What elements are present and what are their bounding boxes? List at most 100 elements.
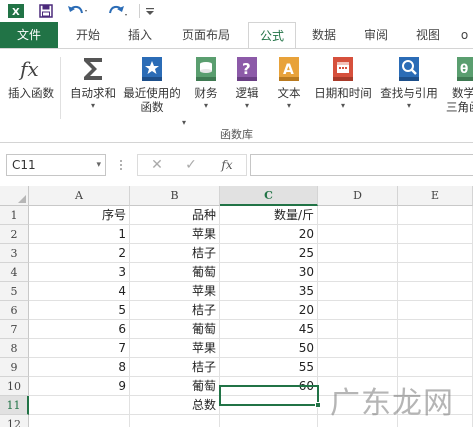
tab-file[interactable]: 文件 — [0, 22, 58, 48]
cell-a8[interactable]: 7 — [29, 339, 130, 358]
cell-a2[interactable]: 1 — [29, 225, 130, 244]
name-box[interactable]: C11 ▾ — [6, 154, 106, 176]
cell-e1[interactable] — [398, 206, 473, 225]
row-header[interactable]: 5 — [0, 282, 29, 301]
cell-a7[interactable]: 6 — [29, 320, 130, 339]
cell-c6[interactable]: 20 — [220, 301, 318, 320]
cell-b1[interactable]: 品种 — [130, 206, 220, 225]
cell-a1[interactable]: 序号 — [29, 206, 130, 225]
column-header-a[interactable]: A — [29, 186, 130, 206]
cell-a11[interactable] — [29, 396, 130, 415]
lookup-reference-button[interactable]: 查找与引用 ▾ — [376, 55, 442, 112]
cell-e6[interactable] — [398, 301, 473, 320]
cell-d2[interactable] — [318, 225, 398, 244]
insert-function-fx-icon[interactable]: fx — [212, 155, 242, 175]
tab-formulas[interactable]: 公式 — [248, 22, 296, 49]
cell-d9[interactable] — [318, 358, 398, 377]
tab-data[interactable]: 数据 — [302, 22, 346, 48]
cell-c2[interactable]: 20 — [220, 225, 318, 244]
save-icon[interactable] — [36, 2, 56, 20]
text-button[interactable]: A 文本 ▾ — [272, 55, 306, 112]
cell-c4[interactable]: 30 — [220, 263, 318, 282]
cell-c9[interactable]: 55 — [220, 358, 318, 377]
logical-button[interactable]: ? 逻辑 ▾ — [230, 55, 264, 112]
cell-d5[interactable] — [318, 282, 398, 301]
row-header[interactable]: 12 — [0, 415, 29, 427]
cell-d4[interactable] — [318, 263, 398, 282]
enter-icon[interactable]: ✓ — [176, 155, 206, 175]
cell-b6[interactable]: 桔子 — [130, 301, 220, 320]
cell-e2[interactable] — [398, 225, 473, 244]
row-header[interactable]: 6 — [0, 301, 29, 320]
chevron-down-icon[interactable]: ▾ — [96, 155, 101, 175]
tab-view[interactable]: 视图 — [406, 22, 450, 48]
cell-c12[interactable] — [220, 415, 318, 427]
row-header[interactable]: 9 — [0, 358, 29, 377]
cell-b5[interactable]: 苹果 — [130, 282, 220, 301]
cell-c8[interactable]: 50 — [220, 339, 318, 358]
cell-e4[interactable] — [398, 263, 473, 282]
cell-c7[interactable]: 45 — [220, 320, 318, 339]
cancel-icon[interactable]: ✕ — [142, 155, 172, 175]
recently-used-button[interactable]: 最近使用的 函数 ▾ — [120, 55, 186, 127]
cell-a6[interactable]: 5 — [29, 301, 130, 320]
customize-qat-icon[interactable] — [143, 2, 157, 20]
cell-d1[interactable] — [318, 206, 398, 225]
cell-d7[interactable] — [318, 320, 398, 339]
row-header[interactable]: 3 — [0, 244, 29, 263]
cell-a4[interactable]: 3 — [29, 263, 130, 282]
cell-e5[interactable] — [398, 282, 473, 301]
tab-insert[interactable]: 插入 — [118, 22, 162, 48]
cell-d6[interactable] — [318, 301, 398, 320]
insert-function-button[interactable]: fx 插入函数 — [4, 55, 58, 100]
column-header-c[interactable]: C — [220, 186, 318, 206]
formula-bar-resize-handle[interactable] — [118, 158, 124, 172]
cell-a12[interactable] — [29, 415, 130, 427]
date-time-button[interactable]: 日期和时间 ▾ — [310, 55, 376, 112]
math-trig-button[interactable]: θ 数学 三角函 — [446, 55, 473, 114]
cell-e7[interactable] — [398, 320, 473, 339]
cell-c3[interactable]: 25 — [220, 244, 318, 263]
cell-b3[interactable]: 桔子 — [130, 244, 220, 263]
cell-b2[interactable]: 苹果 — [130, 225, 220, 244]
select-all-corner[interactable] — [0, 186, 29, 206]
cell-d8[interactable] — [318, 339, 398, 358]
cell-b12[interactable] — [130, 415, 220, 427]
cell-a10[interactable]: 9 — [29, 377, 130, 396]
row-header[interactable]: 7 — [0, 320, 29, 339]
tab-review[interactable]: 审阅 — [354, 22, 398, 48]
cell-b9[interactable]: 桔子 — [130, 358, 220, 377]
cell-c1[interactable]: 数量/斤 — [220, 206, 318, 225]
formula-input[interactable] — [250, 154, 473, 176]
row-header[interactable]: 11 — [0, 396, 29, 415]
cell-c5[interactable]: 35 — [220, 282, 318, 301]
cell-a5[interactable]: 4 — [29, 282, 130, 301]
row-header[interactable]: 1 — [0, 206, 29, 225]
cell-b10[interactable]: 葡萄 — [130, 377, 220, 396]
cell-e9[interactable] — [398, 358, 473, 377]
row-header[interactable]: 8 — [0, 339, 29, 358]
tab-overflow[interactable]: o — [456, 22, 473, 48]
row-header[interactable]: 2 — [0, 225, 29, 244]
tab-page-layout[interactable]: 页面布局 — [172, 22, 240, 48]
column-header-e[interactable]: E — [398, 186, 473, 206]
undo-icon[interactable] — [64, 2, 90, 20]
financial-button[interactable]: 财务 ▾ — [188, 55, 224, 112]
cell-d3[interactable] — [318, 244, 398, 263]
cell-b11[interactable]: 总数 — [130, 396, 220, 415]
column-header-d[interactable]: D — [318, 186, 398, 206]
cell-e3[interactable] — [398, 244, 473, 263]
cell-e8[interactable] — [398, 339, 473, 358]
row-header[interactable]: 4 — [0, 263, 29, 282]
cell-a9[interactable]: 8 — [29, 358, 130, 377]
row-header[interactable]: 10 — [0, 377, 29, 396]
cell-b4[interactable]: 葡萄 — [130, 263, 220, 282]
cell-b7[interactable]: 葡萄 — [130, 320, 220, 339]
autosum-button[interactable]: 自动求和 ▾ — [66, 55, 120, 112]
cell-a3[interactable]: 2 — [29, 244, 130, 263]
fill-handle[interactable] — [315, 402, 321, 408]
column-header-b[interactable]: B — [130, 186, 220, 206]
cell-b8[interactable]: 苹果 — [130, 339, 220, 358]
redo-icon[interactable] — [104, 2, 130, 20]
tab-home[interactable]: 开始 — [66, 22, 110, 48]
